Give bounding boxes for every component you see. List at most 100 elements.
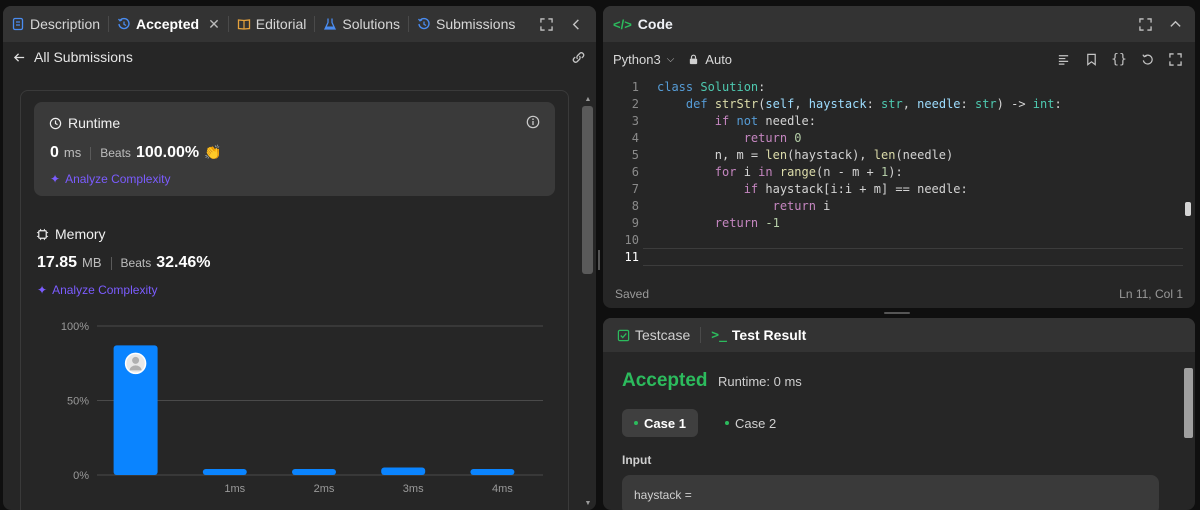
runtime-analyze-link[interactable]: ✦ Analyze Complexity	[50, 172, 170, 186]
info-icon[interactable]	[525, 114, 541, 130]
code-toolbar: Python3 ⌵ Auto {}	[603, 44, 1195, 74]
history-icon	[118, 17, 130, 30]
memory-beats-label: Beats	[120, 256, 152, 270]
scrollbar-thumb[interactable]	[582, 106, 593, 274]
runtime-card: Runtime 0 ms Beats 100.00% 👏 ✦ Analyze C…	[34, 102, 555, 196]
line-number: 3	[631, 114, 639, 128]
code-line: 8 return i	[603, 198, 831, 215]
chip-icon	[36, 228, 49, 240]
auto-mode[interactable]: Auto	[688, 52, 732, 67]
code-title: Code	[637, 16, 673, 32]
tab-description-label: Description	[30, 16, 101, 32]
tab-testcase-label: Testcase	[635, 327, 691, 343]
left-tabbar: Description Accepted ✕ Editorial Solutio…	[3, 6, 596, 42]
line-number: 7	[631, 182, 639, 196]
scroll-down-arrow[interactable]: ▼	[583, 500, 593, 508]
chevron-down-icon: ⌵	[666, 53, 675, 65]
tab-description[interactable]: Description	[3, 6, 108, 42]
braces-icon[interactable]: {}	[1111, 51, 1127, 67]
x-tick-label: 3ms	[403, 483, 424, 495]
chart-bar	[381, 467, 426, 475]
language-label: Python3	[613, 51, 661, 67]
tab-editorial[interactable]: Editorial	[229, 6, 315, 42]
test-result-panel: Testcase >_ Test Result Accepted Runtime…	[603, 318, 1195, 510]
tab-testcase[interactable]: Testcase	[617, 327, 690, 343]
document-icon	[12, 17, 24, 31]
stat-divider	[110, 256, 112, 270]
chart-bar	[202, 469, 247, 475]
pass-dot	[725, 421, 729, 425]
code-line: 3 if not needle:	[603, 113, 816, 130]
verdict: Accepted	[622, 370, 708, 391]
maximize-icon[interactable]	[538, 16, 554, 32]
link-icon[interactable]	[570, 49, 586, 65]
tab-solutions-label: Solutions	[342, 16, 400, 32]
bookmark-icon[interactable]	[1083, 51, 1099, 67]
code-statusbar: Saved Ln 11, Col 1	[615, 287, 1183, 301]
checkbox-icon	[617, 329, 630, 341]
y-tick-label: 0%	[73, 470, 89, 482]
reset-icon[interactable]	[1139, 51, 1155, 67]
code-line: 9 return -1	[603, 215, 780, 232]
code-editor[interactable]: 1 class Solution: 2 def strStr(self, hays…	[603, 78, 1195, 268]
code-scrollbar-thumb[interactable]	[1185, 202, 1191, 216]
runtime-analyze-label: Analyze Complexity	[65, 172, 171, 186]
line-number: 4	[631, 131, 639, 145]
tab-test-result-label: Test Result	[731, 327, 807, 343]
case-2-button[interactable]: Case 2	[713, 409, 788, 437]
tab-submissions-label: Submissions	[435, 16, 516, 32]
code-line: 2 def strStr(self, haystack: str, needle…	[603, 96, 1062, 113]
memory-stat: 17.85 MB Beats 32.46%	[37, 254, 211, 272]
result-runtime: Runtime: 0 ms	[718, 374, 802, 389]
code-header: </> Code	[603, 6, 1195, 42]
arrow-left-icon	[13, 52, 25, 62]
collapse-icon[interactable]	[568, 16, 584, 32]
line-number: 2	[631, 97, 639, 111]
memory-value: 17.85	[37, 254, 78, 271]
line-number: 8	[631, 199, 639, 213]
scroll-up-arrow[interactable]: ▲	[583, 96, 593, 104]
close-icon[interactable]: ✕	[208, 16, 220, 33]
runtime-value: 0	[50, 144, 59, 161]
cursor-position: Ln 11, Col 1	[1119, 287, 1183, 301]
memory-title: Memory	[36, 226, 106, 242]
tab-test-result[interactable]: >_ Test Result	[711, 327, 806, 343]
flask-icon	[324, 18, 337, 30]
maximize-icon[interactable]	[1167, 51, 1183, 67]
line-number: 1	[631, 80, 639, 94]
maximize-icon[interactable]	[1137, 16, 1153, 32]
result-header: Testcase >_ Test Result	[603, 318, 1195, 352]
horizontal-splitter[interactable]	[884, 312, 910, 314]
x-tick-label: 4ms	[492, 483, 513, 495]
memory-unit: MB	[82, 255, 102, 270]
memory-beats-value: 32.46%	[156, 254, 211, 271]
collapse-up-icon[interactable]	[1167, 16, 1183, 32]
runtime-beats-label: Beats	[100, 146, 131, 160]
code-line: 7 if haystack[i:i + m] == needle:	[603, 181, 968, 198]
format-icon[interactable]	[1055, 51, 1071, 67]
tab-solutions[interactable]: Solutions	[315, 6, 408, 42]
input-value: haystack =	[634, 488, 692, 502]
memory-title-label: Memory	[55, 226, 106, 242]
stats-container: Runtime 0 ms Beats 100.00% 👏 ✦ Analyze C…	[20, 90, 569, 510]
code-line: 6 for i in range(n - m + 1):	[603, 164, 903, 181]
result-scrollbar-thumb[interactable]	[1184, 368, 1193, 438]
code-line: 4 return 0	[603, 130, 802, 147]
lock-icon	[690, 54, 698, 64]
memory-analyze-link[interactable]: ✦ Analyze Complexity	[37, 283, 157, 297]
x-tick-label: 2ms	[314, 483, 335, 495]
tab-submissions[interactable]: Submissions	[409, 6, 523, 42]
code-icon: </>	[613, 16, 632, 32]
line-number: 11	[624, 250, 639, 264]
runtime-distribution-chart: 100% 50% 0% 1ms 2ms 3ms 4ms	[61, 321, 543, 495]
vertical-splitter[interactable]	[598, 250, 600, 270]
case-1-button[interactable]: Case 1	[622, 409, 698, 437]
user-avatar-head	[132, 356, 140, 364]
mode-label: Auto	[705, 51, 733, 67]
back-to-submissions[interactable]: All Submissions	[13, 49, 133, 65]
language-select[interactable]: Python3 ⌵	[613, 52, 674, 67]
code-line: 5 n, m = len(haystack), len(needle)	[603, 147, 953, 164]
code-line: 11	[603, 249, 639, 266]
pass-dot	[634, 421, 638, 425]
tab-accepted[interactable]: Accepted ✕	[109, 6, 228, 42]
